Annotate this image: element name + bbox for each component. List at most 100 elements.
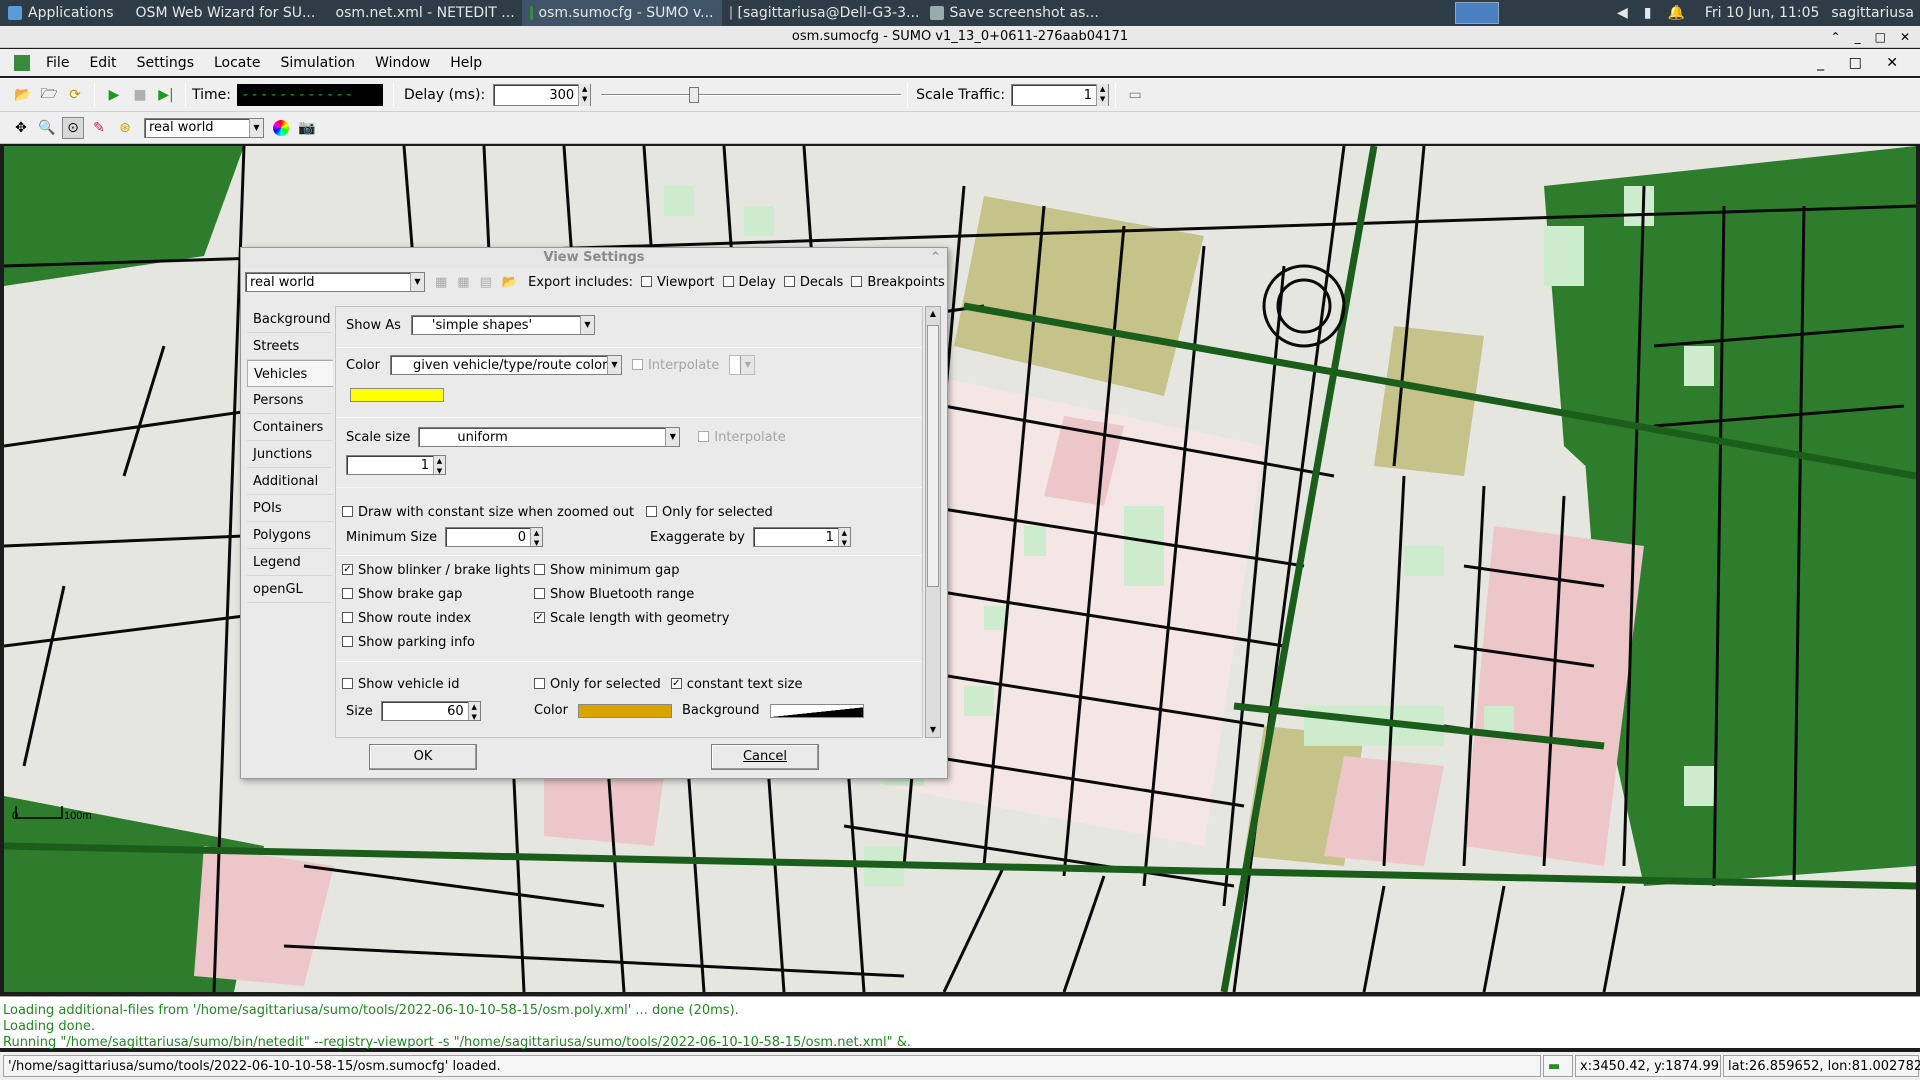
export-scheme-icon[interactable]: ▤ bbox=[480, 275, 492, 290]
screenshot-icon[interactable]: 📷 bbox=[296, 117, 318, 139]
delete-scheme-icon[interactable]: ▦ bbox=[457, 275, 469, 290]
brake-gap-checkbox[interactable] bbox=[342, 588, 353, 599]
breakpoint-icon[interactable]: ⊛ bbox=[114, 117, 136, 139]
show-vehicle-id-checkbox[interactable] bbox=[342, 678, 353, 689]
menu-window[interactable]: Window bbox=[365, 55, 440, 71]
menu-file[interactable]: File bbox=[36, 55, 79, 71]
reload-icon[interactable]: ⟳ bbox=[64, 84, 86, 106]
scroll-down-icon[interactable]: ▼ bbox=[926, 723, 940, 737]
spin-arrows[interactable]: ▲ ▼ bbox=[578, 84, 591, 106]
panel-scrollbar[interactable]: ▲ ▼ bbox=[925, 306, 941, 738]
task-netedit[interactable]: osm.net.xml - NETEDIT ... bbox=[322, 0, 522, 26]
id-only-selected-checkbox[interactable] bbox=[534, 678, 545, 689]
new-view-icon[interactable]: ▭ bbox=[1124, 84, 1146, 106]
delay-slider-thumb[interactable] bbox=[689, 87, 700, 103]
minimize-icon[interactable]: _ bbox=[1855, 26, 1861, 48]
scale-value-spinner[interactable]: 1 ▲ ▼ bbox=[346, 455, 446, 475]
task-sumo[interactable]: osm.sumocfg - SUMO v... bbox=[521, 0, 722, 26]
tab-opengl[interactable]: openGL bbox=[247, 576, 333, 603]
locate-icon[interactable]: ⊙ bbox=[62, 116, 84, 139]
notification-icon[interactable]: 🔔 bbox=[1667, 5, 1684, 21]
scale-size-select[interactable]: uniform ▼ bbox=[418, 427, 681, 447]
applications-menu[interactable]: Applications bbox=[0, 0, 122, 26]
constant-size-checkbox[interactable] bbox=[342, 506, 353, 517]
coordinate-mode-toggle[interactable]: ▬ bbox=[1543, 1055, 1573, 1077]
exaggerate-spinner[interactable]: 1 ▲ ▼ bbox=[752, 527, 851, 547]
menu-locate[interactable]: Locate bbox=[204, 55, 271, 71]
clock[interactable]: Fri 10 Jun, 11:05 bbox=[1705, 5, 1820, 21]
size-spinner[interactable]: 60 ▲ ▼ bbox=[380, 701, 481, 721]
spin-arrows[interactable]: ▲ ▼ bbox=[837, 528, 850, 547]
checkbox[interactable] bbox=[783, 275, 795, 287]
tab-streets[interactable]: Streets bbox=[247, 333, 333, 360]
menu-settings[interactable]: Settings bbox=[127, 55, 204, 71]
spin-arrows[interactable]: ▲ ▼ bbox=[1096, 84, 1109, 106]
menu-edit[interactable]: Edit bbox=[79, 55, 126, 71]
task-firefox[interactable]: OSM Web Wizard for SU... bbox=[122, 0, 322, 26]
scale-interpolate-checkbox[interactable] bbox=[698, 430, 710, 442]
open-config-icon[interactable]: 📂 bbox=[12, 84, 34, 106]
show-as-select[interactable]: 'simple shapes' ▼ bbox=[410, 315, 595, 335]
stop-icon[interactable]: ■ bbox=[129, 84, 151, 106]
export-decals[interactable]: Decals bbox=[783, 275, 843, 290]
vehicle-color-swatch[interactable] bbox=[350, 388, 444, 402]
run-icon[interactable]: ▶ bbox=[103, 84, 125, 106]
recenter-icon[interactable]: ✥ bbox=[10, 117, 32, 139]
export-viewport[interactable]: Viewport bbox=[641, 275, 715, 290]
tab-junctions[interactable]: Junctions bbox=[247, 441, 333, 468]
export-delay[interactable]: Delay bbox=[722, 275, 776, 290]
blinker-checkbox[interactable]: ✓ bbox=[342, 564, 353, 575]
menu-simulation[interactable]: Simulation bbox=[270, 55, 365, 71]
import-scheme-icon[interactable]: 📂 bbox=[502, 275, 518, 290]
tab-pois[interactable]: POIs bbox=[247, 495, 333, 522]
delay-spinner[interactable]: 300 ▲ ▼ bbox=[493, 84, 592, 106]
scale-traffic-spinner[interactable]: 1 ▲ ▼ bbox=[1011, 84, 1110, 106]
interpolate-checkbox[interactable] bbox=[631, 358, 643, 370]
checkbox[interactable] bbox=[722, 275, 734, 287]
task-terminal[interactable]: [sagittariusa@Dell-G3-3... bbox=[722, 0, 922, 26]
tracker-icon[interactable]: ✎ bbox=[88, 117, 110, 139]
ok-button[interactable]: OK bbox=[369, 744, 477, 770]
user-menu[interactable]: sagittariusa bbox=[1831, 5, 1914, 21]
export-breakpoints[interactable]: Breakpoints bbox=[851, 275, 945, 290]
constant-text-size-checkbox[interactable]: ✓ bbox=[670, 678, 682, 689]
bluetooth-range-checkbox[interactable] bbox=[534, 588, 545, 599]
cancel-button[interactable]: Cancel bbox=[711, 744, 819, 770]
maximize-icon[interactable]: □ bbox=[1875, 26, 1886, 48]
tab-background[interactable]: Background bbox=[247, 306, 333, 333]
scheme-select[interactable]: real world ▼ bbox=[245, 272, 425, 292]
checkbox[interactable] bbox=[851, 275, 863, 287]
tab-legend[interactable]: Legend bbox=[247, 549, 333, 576]
step-icon[interactable]: ▶| bbox=[155, 84, 177, 106]
spin-arrows[interactable]: ▲ ▼ bbox=[467, 702, 480, 721]
checkbox[interactable] bbox=[641, 275, 653, 287]
save-scheme-icon[interactable]: ▦ bbox=[435, 275, 447, 290]
background-swatch[interactable] bbox=[769, 703, 864, 718]
min-size-spinner[interactable]: 0 ▲ ▼ bbox=[445, 527, 544, 547]
spin-arrows[interactable]: ▲ ▼ bbox=[433, 456, 445, 475]
zoom-icon[interactable]: 🔍 bbox=[36, 117, 58, 139]
tab-additional[interactable]: Additional bbox=[247, 468, 333, 495]
task-screenshot[interactable]: Save screenshot as... bbox=[922, 0, 1122, 26]
tab-persons[interactable]: Persons bbox=[247, 387, 333, 414]
route-index-checkbox[interactable] bbox=[342, 612, 353, 623]
only-selected-checkbox[interactable] bbox=[646, 506, 657, 517]
interpolate-select[interactable]: ▼ bbox=[729, 355, 756, 375]
shade-icon[interactable]: ⌃ bbox=[1831, 26, 1841, 48]
delay-slider[interactable] bbox=[601, 84, 902, 106]
text-color-swatch[interactable] bbox=[577, 703, 672, 718]
scroll-thumb[interactable] bbox=[927, 325, 939, 587]
dialog-close-icon[interactable]: ⌃ bbox=[930, 248, 941, 268]
tab-vehicles[interactable]: Vehicles bbox=[247, 360, 333, 387]
scale-length-checkbox[interactable]: ✓ bbox=[534, 612, 545, 623]
scroll-up-icon[interactable]: ▲ bbox=[926, 307, 940, 321]
battery-icon[interactable]: ▮ bbox=[1644, 5, 1652, 21]
parking-info-checkbox[interactable] bbox=[342, 636, 353, 647]
close-icon[interactable]: ✕ bbox=[1900, 26, 1910, 48]
open-network-icon[interactable]: 🗁 bbox=[38, 84, 60, 106]
scheme-select[interactable]: real world ▼ bbox=[144, 117, 264, 138]
workspace-switcher[interactable] bbox=[1454, 2, 1499, 24]
minimum-gap-checkbox[interactable] bbox=[534, 564, 545, 575]
color-wheel-icon[interactable] bbox=[270, 117, 292, 139]
tab-containers[interactable]: Containers bbox=[247, 414, 333, 441]
